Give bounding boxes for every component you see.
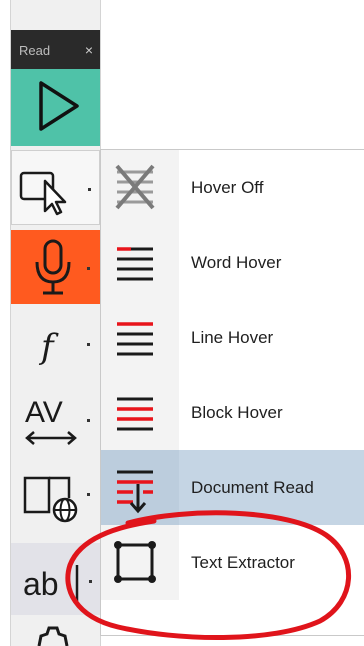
settings-button[interactable]	[11, 618, 100, 646]
speech-input-button[interactable]	[11, 230, 100, 304]
close-button[interactable]: ×	[85, 42, 93, 58]
web-book-icon	[23, 476, 90, 523]
menu-item-label: Hover Off	[191, 178, 264, 197]
menu-item-label: Block Hover	[191, 403, 283, 422]
play-button[interactable]	[11, 69, 100, 146]
svg-text:f: f	[38, 327, 59, 367]
gear-icon	[37, 626, 69, 646]
dictionary-button[interactable]	[11, 456, 100, 532]
text-button[interactable]: ab	[11, 543, 100, 615]
text-extractor-icon	[113, 540, 157, 584]
hover-mode-menu: Hover Off Word Hover Line Hover Block Ho…	[100, 149, 364, 636]
menu-item-label: Line Hover	[191, 328, 274, 347]
microphone-icon	[35, 239, 90, 295]
menu-item-line-hover[interactable]: Line Hover	[101, 300, 364, 375]
formula-button[interactable]: f	[11, 306, 100, 380]
line-hover-icon	[117, 322, 153, 356]
menu-item-word-hover[interactable]: Word Hover	[101, 225, 364, 300]
text-field-icon: ab	[23, 565, 92, 602]
svg-text:AV: AV	[25, 396, 63, 429]
menu-item-label: Word Hover	[191, 253, 282, 272]
character-spacing-icon: AV	[25, 396, 90, 445]
hover-off-icon	[115, 164, 155, 210]
character-spacing-button[interactable]: AV	[11, 382, 100, 456]
document-read-icon	[117, 470, 153, 514]
menu-item-hover-off[interactable]: Hover Off	[101, 150, 364, 225]
toolbar-header: Read ×	[11, 30, 100, 69]
menu-item-block-hover[interactable]: Block Hover	[101, 375, 364, 450]
word-hover-icon	[117, 247, 153, 281]
block-hover-icon	[117, 397, 153, 431]
menu-item-document-read[interactable]: Document Read	[101, 450, 364, 525]
menu-item-text-extractor[interactable]: Text Extractor	[101, 525, 364, 600]
hover-pointer-icon	[19, 171, 91, 216]
hover-mode-button[interactable]	[11, 150, 100, 225]
play-icon	[39, 81, 79, 131]
read-toolbar: Read × f AV ab	[10, 0, 101, 646]
toolbar-title: Read	[19, 43, 51, 58]
menu-item-label: Document Read	[191, 478, 314, 497]
menu-item-label: Text Extractor	[191, 553, 295, 572]
function-icon: f	[38, 327, 90, 367]
svg-text:ab: ab	[23, 566, 59, 602]
